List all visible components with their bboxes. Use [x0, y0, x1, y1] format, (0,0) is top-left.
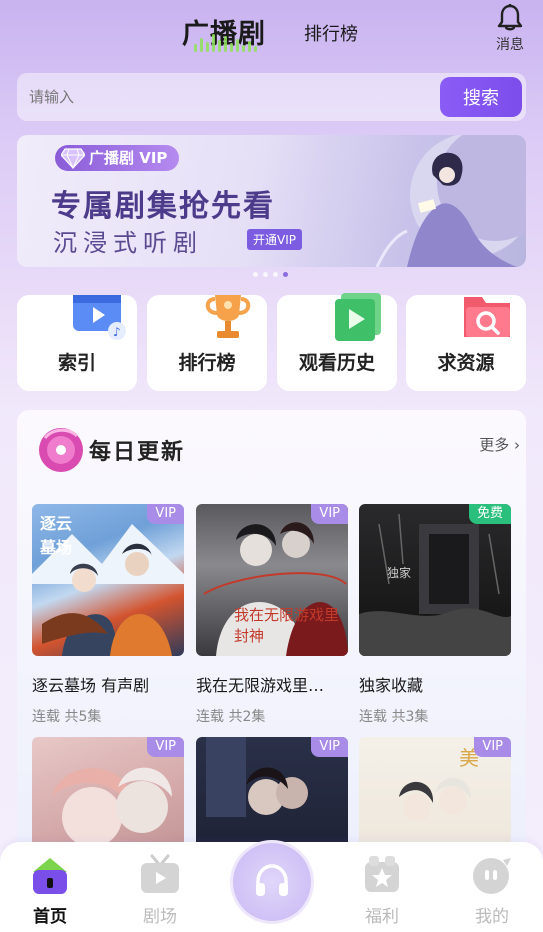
drama-card[interactable]: 逐云 墓场 VIP 逐云墓场 有声剧 连载 共5集 [32, 504, 184, 726]
gift-star-icon [365, 856, 399, 892]
quick-entry-label: 观看历史 [298, 352, 375, 374]
trophy-icon [205, 295, 251, 338]
cover-art-text: 独家 [387, 566, 412, 580]
drama-status: 连载 共2集 [196, 709, 266, 725]
banner-illustration [375, 135, 526, 267]
vip-badge-label: 广播剧 VIP [89, 149, 168, 167]
drama-cover: 独家 免费 [359, 504, 511, 656]
vip-tag: VIP [147, 504, 184, 524]
sound-wave-icon [194, 34, 257, 52]
pagination-dot [253, 272, 258, 277]
vip-banner[interactable]: 广播剧 VIP 专属剧集抢先看 沉浸式听剧 开通VIP [17, 135, 526, 267]
history-book-icon [335, 293, 381, 341]
profile-bubble-icon [473, 858, 511, 894]
nav-home[interactable]: 首页 [10, 852, 90, 927]
quick-entry-index[interactable]: ♪ 索引 [17, 295, 137, 391]
vip-badge: 广播剧 VIP [55, 145, 180, 171]
drama-title: 独家收藏 [359, 676, 424, 695]
open-vip-button[interactable]: 开通VIP [247, 229, 302, 250]
vip-tag: VIP [311, 504, 348, 524]
tv-icon [141, 854, 179, 893]
nav-label: 我的 [475, 907, 509, 927]
home-icon [33, 858, 67, 894]
nav-label: 剧场 [143, 907, 177, 927]
search-folder-icon [464, 297, 510, 337]
nav-profile[interactable]: 我的 [452, 852, 532, 927]
drama-status: 连载 共3集 [359, 709, 429, 725]
bell-icon [497, 4, 523, 31]
quick-entry-label: 排行榜 [178, 352, 236, 374]
daily-updates-title: 每日更新 [89, 440, 186, 465]
headphones-icon [256, 864, 288, 896]
message-button[interactable]: 消息 [490, 4, 530, 54]
more-label: 更多 [479, 436, 510, 454]
quick-entry-label: 求资源 [437, 352, 495, 374]
more-link[interactable]: 更多 › [479, 434, 520, 455]
search-input[interactable] [29, 85, 409, 109]
top-bar: 广播剧 排行榜 消息 [0, 0, 543, 70]
cover-art-text: 逐云 墓场 [40, 514, 73, 557]
banner-pagination [253, 272, 288, 277]
nav-theater[interactable]: 剧场 [120, 852, 200, 927]
pagination-dot [263, 272, 268, 277]
pagination-dot-active [283, 272, 288, 277]
quick-entry-history[interactable]: 观看历史 [277, 293, 397, 391]
search-button[interactable]: 搜索 [440, 77, 522, 117]
chevron-right-icon: › [514, 436, 520, 454]
tab-ranking[interactable]: 排行榜 [304, 20, 358, 46]
free-tag: 免费 [468, 504, 511, 524]
drama-title: 我在无限游戏里… [196, 676, 325, 695]
message-label: 消息 [496, 37, 524, 53]
drama-status: 连载 共5集 [32, 709, 102, 725]
vip-tag: VIP [311, 737, 348, 757]
nav-label: 首页 [33, 907, 67, 927]
pagination-dot [273, 272, 278, 277]
drama-title: 逐云墓场 有声剧 [32, 676, 150, 695]
vip-tag: VIP [147, 737, 184, 757]
vip-tag: VIP [474, 737, 511, 757]
nav-listen-center[interactable] [230, 840, 314, 924]
quick-entry-ranking[interactable]: 排行榜 [147, 295, 267, 391]
diamond-icon [61, 148, 85, 169]
drama-cover: 我在无限游戏里封神 VIP [196, 504, 348, 656]
disc-icon [39, 428, 83, 472]
banner-subtitle: 沉浸式听剧 [53, 229, 203, 257]
quick-entry-label: 索引 [57, 352, 96, 374]
nav-benefits[interactable]: 福利 [342, 852, 422, 927]
daily-updates-section: 每日更新 更多 › 逐云 墓场 VIP 逐云墓场 有声剧 连载 共5集 我在无限… [17, 410, 526, 889]
quick-entry-request[interactable]: 求资源 [406, 295, 526, 391]
svg-text:♪: ♪ [113, 325, 121, 339]
cover-art-text: 我在无限游戏里封神 [234, 606, 340, 645]
nav-label: 福利 [365, 907, 399, 927]
search-bar: 搜索 [17, 73, 526, 121]
quick-entries: ♪ 索引 排行榜 观看历史 求资源 [17, 293, 526, 391]
drama-card[interactable]: 独家 免费 独家收藏 连载 共3集 [359, 504, 511, 726]
drama-card[interactable]: 我在无限游戏里封神 VIP 我在无限游戏里… 连载 共2集 [196, 504, 348, 726]
video-index-icon: ♪ [73, 295, 126, 340]
tab-radio-drama[interactable]: 广播剧 [182, 12, 266, 52]
banner-title: 专属剧集抢先看 [51, 189, 275, 224]
bottom-navigation: 首页 剧场 福利 我的 [0, 840, 543, 932]
drama-cover: 逐云 墓场 VIP [32, 504, 184, 656]
